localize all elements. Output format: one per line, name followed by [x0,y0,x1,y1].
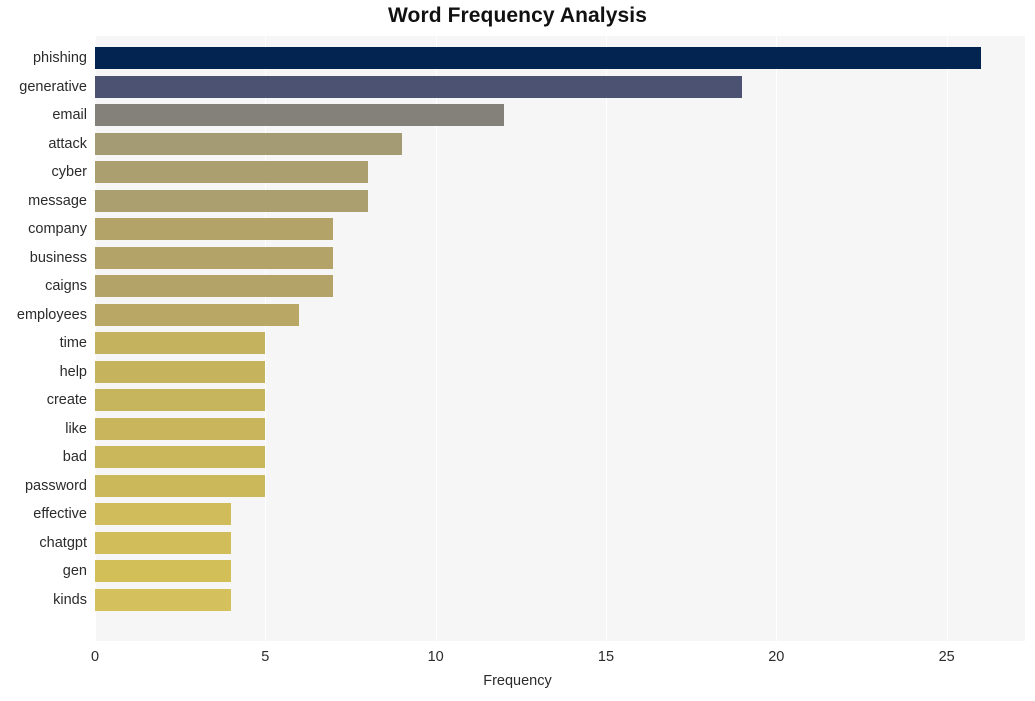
y-tick-label-employees: employees [16,306,87,323]
bar-series [95,36,1025,641]
bar-caigns [95,275,334,298]
y-tick-label-like: like [65,420,87,437]
bar-effective [95,503,232,526]
x-axis-title: Frequency [483,673,552,689]
y-tick-label-generative: generative [19,78,87,95]
x-tick-label-15: 15 [597,649,615,665]
bar-row [95,588,1025,611]
chart-title: Word Frequency Analysis [387,4,648,27]
bar-row [95,75,1025,98]
bar-create [95,389,266,412]
bar-row [95,189,1025,212]
y-tick-label-time: time [59,335,87,352]
bar-row [95,360,1025,383]
y-tick-label-password: password [24,477,87,494]
bar-password [95,474,266,497]
bar-row [95,417,1025,440]
y-tick-label-gen: gen [62,563,87,580]
x-tick-label-25: 25 [938,649,955,665]
bar-like [95,417,266,440]
y-tick-label-business: business [29,249,87,266]
word-frequency-chart-figure: Word Frequency Analysis phishing generati… [0,0,1035,701]
bar-row [95,303,1025,326]
bar-message [95,189,368,212]
bar-business [95,246,334,269]
bar-row [95,218,1025,241]
x-tick-label-10: 10 [427,649,444,665]
x-axis-tick-labels: 0 5 10 15 20 25 [91,641,1025,671]
bar-help [95,360,266,383]
bar-row [95,161,1025,184]
y-tick-label-phishing: phishing [32,50,87,67]
bar-attack [95,132,402,155]
bar-row [95,332,1025,355]
y-tick-label-chatgpt: chatgpt [39,534,87,551]
bar-gen [95,560,232,583]
y-tick-label-message: message [28,192,87,209]
y-tick-label-bad: bad [62,449,87,466]
bar-row [95,531,1025,554]
bar-chatgpt [95,531,232,554]
bar-employees [95,303,300,326]
y-tick-label-kinds: kinds [53,591,87,608]
bar-row [95,132,1025,155]
bar-row [95,560,1025,583]
y-tick-label-company: company [28,221,87,238]
bar-kinds [95,588,232,611]
x-tick-label-0: 0 [90,649,100,665]
bar-phishing [95,47,981,70]
y-tick-label-create: create [46,392,87,409]
bar-row [95,104,1025,127]
y-tick-label-effective: effective [33,506,87,523]
y-tick-label-cyber: cyber [51,164,87,181]
bar-row [95,389,1025,412]
bar-time [95,332,266,355]
bar-generative [95,75,743,98]
y-tick-label-caigns: caigns [45,278,87,295]
y-axis-tick-labels: phishing generative email attack cyber messag… [0,36,87,641]
y-tick-label-email: email [52,107,87,124]
bar-email [95,104,504,127]
bar-cyber [95,161,368,184]
bar-row [95,474,1025,497]
bar-row [95,246,1025,269]
x-tick-label-20: 20 [768,649,785,665]
y-tick-label-attack: attack [48,135,87,152]
bar-bad [95,446,266,469]
plot-area [95,36,1025,641]
x-tick-label-5: 5 [261,649,270,665]
bar-row [95,275,1025,298]
bar-company [95,218,334,241]
bar-row [95,446,1025,469]
bar-row [95,47,1025,70]
bar-row [95,503,1025,526]
y-tick-label-help: help [59,363,87,380]
